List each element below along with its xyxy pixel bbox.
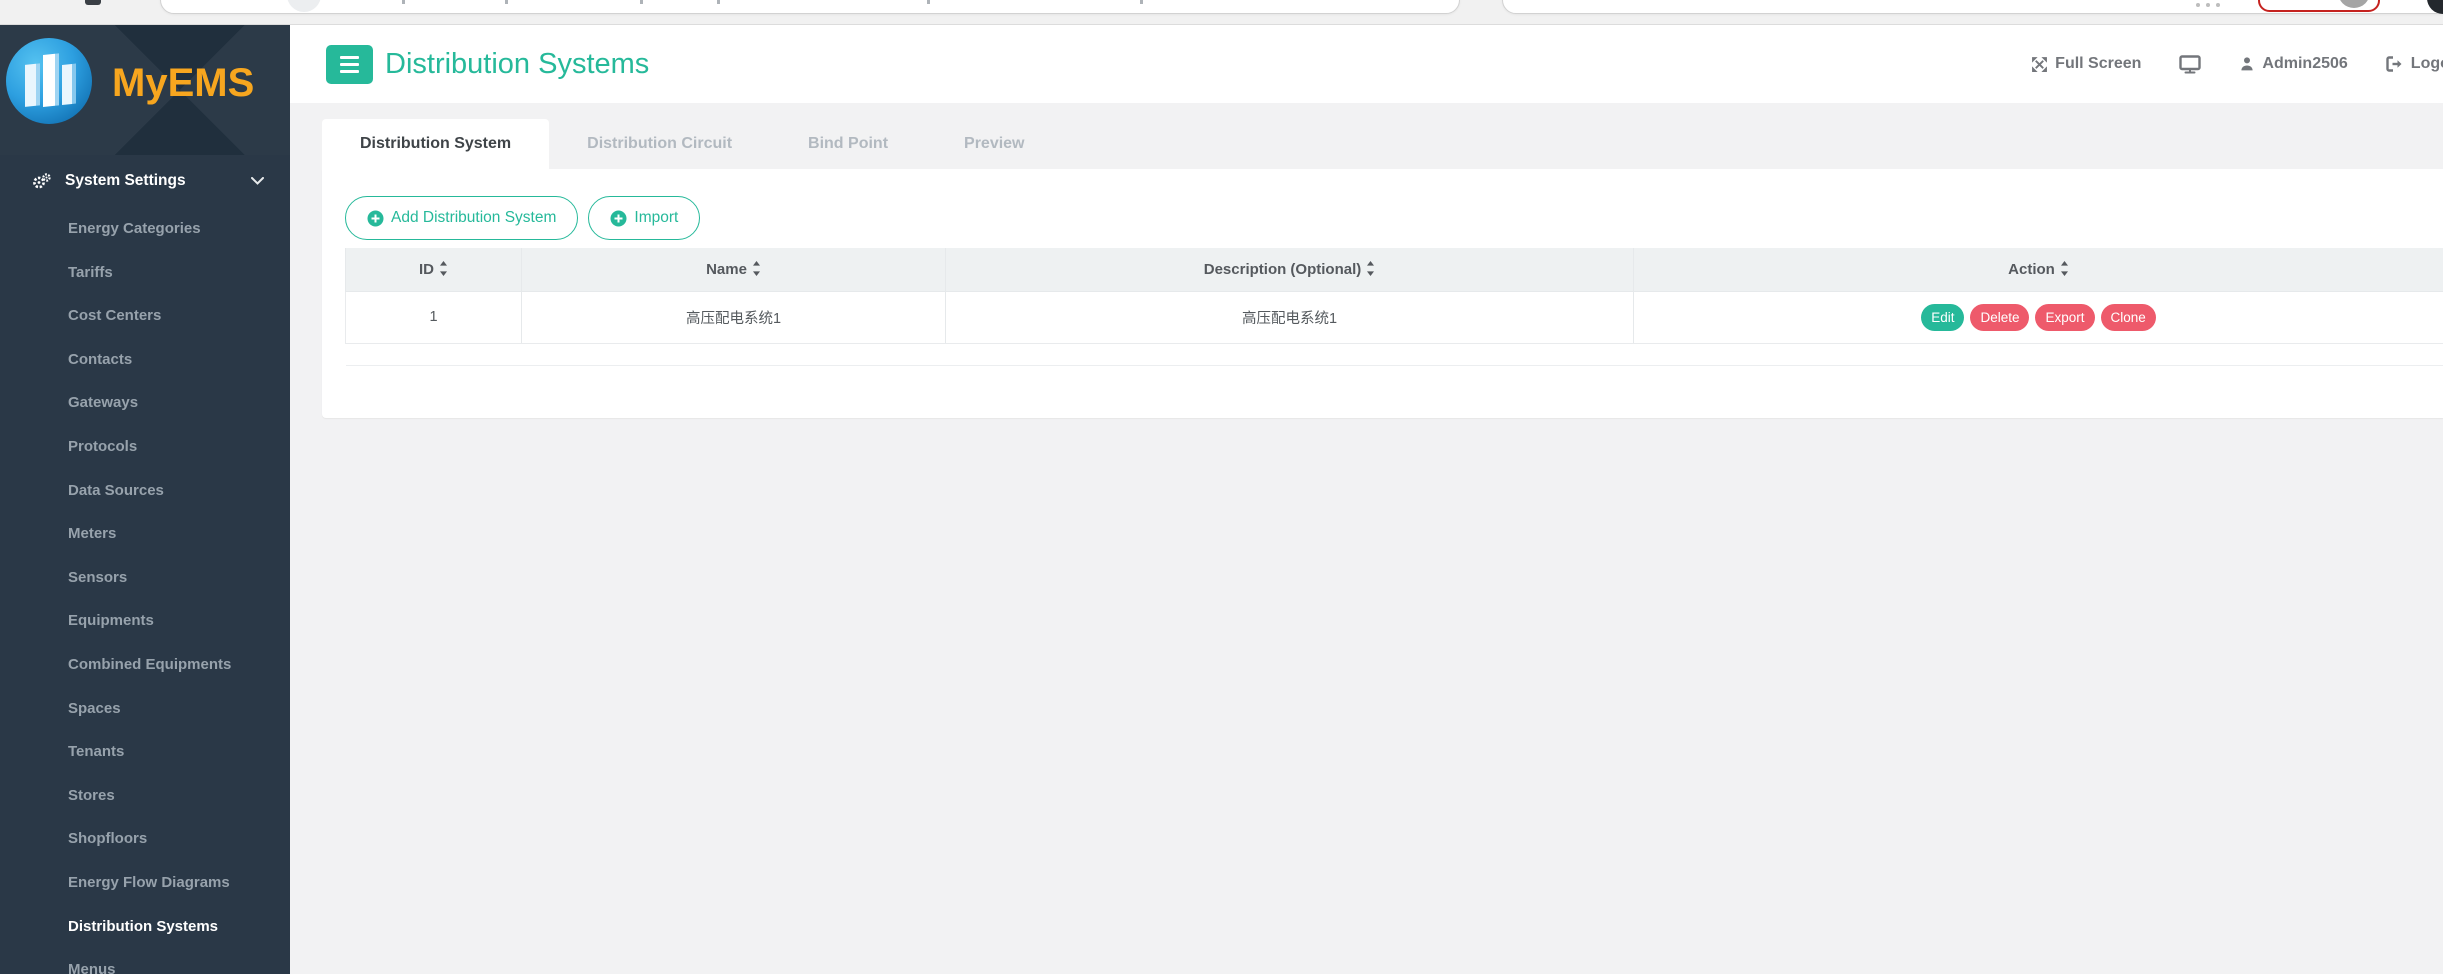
row-action-button[interactable]: Export <box>2035 304 2094 331</box>
sidebar-item[interactable]: Cost Centers <box>0 294 290 338</box>
sidebar-item[interactable]: Stores <box>0 774 290 818</box>
sidebar-item[interactable]: Data Sources <box>0 469 290 513</box>
cell-id: 1 <box>346 291 522 343</box>
tab[interactable]: Preview <box>926 119 1062 169</box>
app-window: MyEMS System Settings <box>0 25 2443 974</box>
sidebar-item[interactable]: Combined Equipments <box>0 643 290 687</box>
tab[interactable]: Bind Point <box>770 119 926 169</box>
sidebar-menu: Energy Categories Tariffs Cost Centers C… <box>0 207 290 974</box>
sidebar-item[interactable]: Tenants <box>0 730 290 774</box>
user-label: Admin2506 <box>2262 55 2347 73</box>
cell-description: 高压配电系统1 <box>946 291 1634 343</box>
page-title: Distribution Systems <box>385 48 649 81</box>
buildings-in-circle-icon <box>5 37 93 125</box>
browser-chrome-strip <box>0 0 2443 25</box>
sidebar-item[interactable]: Equipments <box>0 599 290 643</box>
screen: MyEMS System Settings <box>0 0 2443 974</box>
full-screen-label: Full Screen <box>2055 55 2141 73</box>
tab[interactable]: Distribution Circuit <box>549 119 770 169</box>
chevron-down-icon <box>251 177 264 185</box>
cell-name: 高压配电系统1 <box>522 291 946 343</box>
import-button-label: Import <box>634 209 678 227</box>
sort-arrows-icon <box>752 261 761 276</box>
topbar-actions: Full Screen Admin2506 <box>2031 25 2443 103</box>
column-header[interactable]: Action <box>1634 248 2443 291</box>
row-actions: Edit Delete Export Clone <box>1635 304 2442 331</box>
row-action-button[interactable]: Clone <box>2101 304 2156 331</box>
user-menu[interactable]: Admin2506 <box>2239 55 2347 73</box>
brand-name: MyEMS <box>112 61 254 106</box>
url-text-fragment <box>640 0 643 4</box>
logout-button[interactable]: Logout <box>2386 55 2443 73</box>
browser-icon-fragment <box>85 0 101 5</box>
full-screen-button[interactable]: Full Screen <box>2031 55 2141 73</box>
plus-circle-icon <box>610 210 627 227</box>
display-toggle-button[interactable] <box>2179 55 2201 74</box>
url-text-fragment <box>1140 0 1143 4</box>
row-action-button[interactable]: Delete <box>1970 304 2029 331</box>
logout-icon <box>2386 56 2404 72</box>
url-text-fragment <box>402 0 405 4</box>
hamburger-icon[interactable] <box>326 45 373 84</box>
column-header[interactable]: Description (Optional) <box>946 248 1634 291</box>
sort-arrows-icon <box>439 261 448 276</box>
expand-arrows-icon <box>2031 56 2048 73</box>
monitor-icon <box>2179 55 2201 74</box>
add-button-label: Add Distribution System <box>391 209 556 227</box>
sidebar-item[interactable]: Spaces <box>0 687 290 731</box>
sort-arrows-icon <box>1366 261 1375 276</box>
person-icon <box>2239 56 2255 72</box>
sidebar-section-system-settings[interactable]: System Settings <box>0 155 290 207</box>
url-text-fragment <box>505 0 508 4</box>
gears-icon <box>32 173 51 190</box>
distribution-systems-table: ID Name <box>345 248 2443 366</box>
sidebar-item[interactable]: Meters <box>0 512 290 556</box>
sidebar-item[interactable]: Menus <box>0 948 290 974</box>
url-text-fragment <box>717 0 720 4</box>
sidebar-item[interactable]: Distribution Systems <box>0 905 290 949</box>
sidebar-item[interactable]: Sensors <box>0 556 290 600</box>
sidebar-item[interactable]: Tariffs <box>0 251 290 295</box>
logout-label: Logout <box>2411 55 2443 73</box>
sort-arrows-icon <box>2060 261 2069 276</box>
sidebar-item[interactable]: Energy Flow Diagrams <box>0 861 290 905</box>
brand-area[interactable]: MyEMS <box>0 25 290 155</box>
topbar: Distribution Systems Full Screen <box>290 25 2443 103</box>
sidebar-item[interactable]: Contacts <box>0 338 290 382</box>
sidebar-item[interactable]: Shopfloors <box>0 817 290 861</box>
sidebar-item[interactable]: Gateways <box>0 381 290 425</box>
url-text-fragment <box>927 0 930 4</box>
table-row: 1 高压配电系统1 高压配电系统1 Edit Dele <box>346 291 2443 343</box>
browser-address-bar[interactable] <box>160 0 1460 14</box>
import-button[interactable]: Import <box>588 196 700 240</box>
tab[interactable]: Distribution System <box>322 119 549 169</box>
add-distribution-system-button[interactable]: Add Distribution System <box>345 196 578 240</box>
tab-bar: Distribution System Distribution Circuit… <box>322 119 2443 169</box>
sidebar-section-label: System Settings <box>65 172 186 190</box>
row-action-button[interactable]: Edit <box>1921 304 1964 331</box>
cell-actions: Edit Delete Export Clone <box>1634 291 2443 343</box>
content-area: Distribution System Distribution Circuit… <box>290 103 2443 974</box>
card-toolbar: Add Distribution System Import <box>322 169 2443 240</box>
column-header[interactable]: ID <box>346 248 522 291</box>
sidebar-item[interactable]: Protocols <box>0 425 290 469</box>
column-header[interactable]: Name <box>522 248 946 291</box>
main-area: Distribution Systems Full Screen <box>290 25 2443 974</box>
sidebar: MyEMS System Settings <box>0 25 290 974</box>
plus-circle-icon <box>367 210 384 227</box>
sidebar-item[interactable]: Energy Categories <box>0 207 290 251</box>
empty-table-row <box>346 343 2443 365</box>
table-header-row: ID Name <box>346 248 2443 291</box>
distribution-system-card: Add Distribution System Import <box>322 169 2443 418</box>
